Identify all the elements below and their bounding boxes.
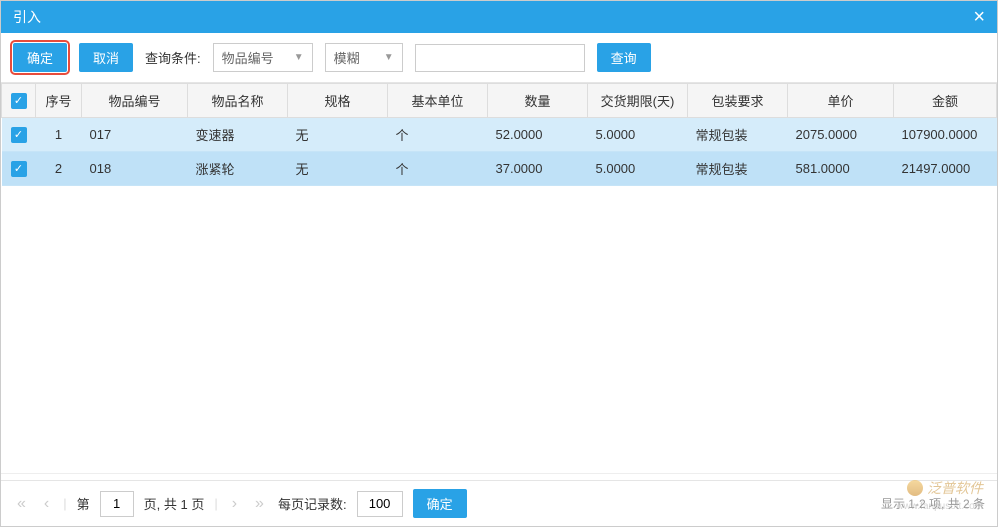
cell-unit: 个 bbox=[388, 118, 488, 152]
page-size-input[interactable] bbox=[357, 491, 403, 517]
row-checkbox[interactable]: ✓ bbox=[11, 127, 27, 143]
cell-qty: 37.0000 bbox=[488, 152, 588, 186]
header-leadtime: 交货期限(天) bbox=[588, 84, 688, 118]
separator: | bbox=[63, 496, 66, 511]
separator: | bbox=[214, 496, 217, 511]
pagination: « ‹ | 第 页, 共 1 页 | › » 每页记录数: 确定 显示 1-2 … bbox=[1, 480, 997, 526]
prev-page-icon[interactable]: ‹ bbox=[40, 495, 53, 513]
cell-leadtime: 5.0000 bbox=[588, 118, 688, 152]
header-amount: 金额 bbox=[894, 84, 997, 118]
row-checkbox-cell: ✓ bbox=[2, 118, 36, 152]
cell-leadtime: 5.0000 bbox=[588, 152, 688, 186]
page-info: 显示 1-2 项, 共 2 条 bbox=[881, 495, 985, 512]
field-select-value: 物品编号 bbox=[222, 48, 274, 67]
cell-price: 2075.0000 bbox=[788, 118, 894, 152]
cell-spec: 无 bbox=[288, 118, 388, 152]
header-qty: 数量 bbox=[488, 84, 588, 118]
cell-unit: 个 bbox=[388, 152, 488, 186]
search-button[interactable]: 查询 bbox=[597, 43, 651, 72]
page-number-input[interactable] bbox=[100, 491, 134, 517]
row-checkbox-cell: ✓ bbox=[2, 152, 36, 186]
cell-seq: 2 bbox=[36, 152, 82, 186]
page-suffix: 页, 共 1 页 bbox=[144, 494, 205, 513]
cell-qty: 52.0000 bbox=[488, 118, 588, 152]
row-checkbox[interactable]: ✓ bbox=[11, 161, 27, 177]
cell-name: 涨紧轮 bbox=[188, 152, 288, 186]
header-package: 包装要求 bbox=[688, 84, 788, 118]
header-checkbox-cell: ✓ bbox=[2, 84, 36, 118]
data-grid: ✓ 序号 物品编号 物品名称 规格 基本单位 数量 交货期限(天) 包装要求 单… bbox=[1, 83, 997, 186]
header-code: 物品编号 bbox=[82, 84, 188, 118]
page-confirm-button[interactable]: 确定 bbox=[413, 489, 467, 518]
close-icon[interactable]: × bbox=[973, 6, 985, 29]
header-seq: 序号 bbox=[36, 84, 82, 118]
chevron-down-icon: ▼ bbox=[384, 52, 394, 63]
cell-name: 变速器 bbox=[188, 118, 288, 152]
search-condition-label: 查询条件: bbox=[145, 48, 201, 67]
table-row[interactable]: ✓ 1017变速器无个52.00005.0000常规包装2075.00001079… bbox=[2, 118, 997, 152]
field-select[interactable]: 物品编号 ▼ bbox=[213, 43, 313, 72]
header-spec: 规格 bbox=[288, 84, 388, 118]
cell-amount: 21497.0000 bbox=[894, 152, 997, 186]
toolbar: 确定 取消 查询条件: 物品编号 ▼ 模糊 ▼ 查询 bbox=[1, 33, 997, 83]
header-price: 单价 bbox=[788, 84, 894, 118]
cell-seq: 1 bbox=[36, 118, 82, 152]
cell-price: 581.0000 bbox=[788, 152, 894, 186]
page-prefix: 第 bbox=[77, 494, 90, 513]
cell-package: 常规包装 bbox=[688, 118, 788, 152]
match-select[interactable]: 模糊 ▼ bbox=[325, 43, 403, 72]
page-size-label: 每页记录数: bbox=[278, 494, 347, 513]
ok-button[interactable]: 确定 bbox=[13, 43, 67, 72]
first-page-icon[interactable]: « bbox=[13, 495, 30, 513]
last-page-icon[interactable]: » bbox=[251, 495, 268, 513]
cell-code: 018 bbox=[82, 152, 188, 186]
cell-spec: 无 bbox=[288, 152, 388, 186]
header-unit: 基本单位 bbox=[388, 84, 488, 118]
header-name: 物品名称 bbox=[188, 84, 288, 118]
cancel-button[interactable]: 取消 bbox=[79, 43, 133, 72]
header-row: ✓ 序号 物品编号 物品名称 规格 基本单位 数量 交货期限(天) 包装要求 单… bbox=[2, 84, 997, 118]
search-input[interactable] bbox=[415, 44, 585, 72]
select-all-checkbox[interactable]: ✓ bbox=[11, 93, 27, 109]
dialog-title: 引入 bbox=[13, 7, 41, 27]
next-page-icon[interactable]: › bbox=[228, 495, 241, 513]
table-container: ✓ 序号 物品编号 物品名称 规格 基本单位 数量 交货期限(天) 包装要求 单… bbox=[1, 83, 997, 490]
cell-code: 017 bbox=[82, 118, 188, 152]
cell-amount: 107900.0000 bbox=[894, 118, 997, 152]
match-select-value: 模糊 bbox=[334, 48, 360, 67]
chevron-down-icon: ▼ bbox=[294, 52, 304, 63]
table-row[interactable]: ✓ 2018涨紧轮无个37.00005.0000常规包装581.000021497… bbox=[2, 152, 997, 186]
titlebar: 引入 × bbox=[1, 1, 997, 33]
cell-package: 常规包装 bbox=[688, 152, 788, 186]
